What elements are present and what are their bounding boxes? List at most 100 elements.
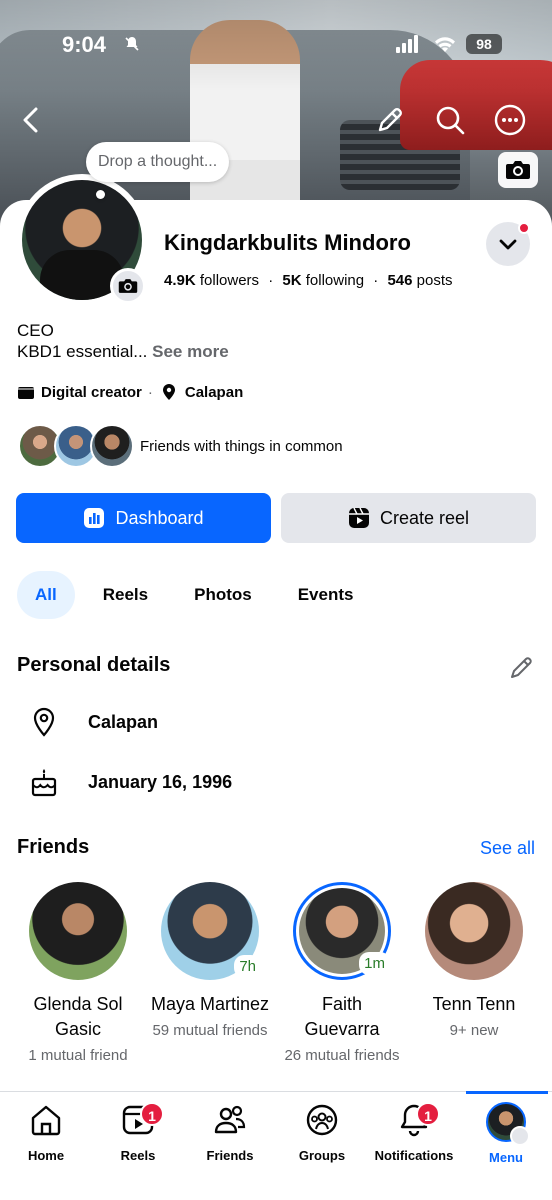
silent-bell-icon bbox=[125, 37, 139, 51]
friend-name: Faith Guevarra bbox=[304, 994, 380, 1039]
followers-count[interactable]: 4.9K bbox=[164, 272, 196, 289]
nav-groups-label: Groups bbox=[298, 1148, 346, 1163]
detail-location: Calapan bbox=[28, 706, 158, 738]
profile-meta: Digital creator · Calapan bbox=[17, 383, 243, 401]
camera-icon bbox=[506, 161, 530, 179]
camera-icon bbox=[118, 279, 138, 293]
signal-icon bbox=[396, 35, 418, 53]
posts-count: 546 bbox=[387, 272, 413, 289]
profile-tabs: All Reels Photos Events bbox=[17, 571, 381, 619]
friend-new-count: 9+ new bbox=[449, 1022, 499, 1039]
friend-name: Maya Martinez bbox=[150, 994, 270, 1014]
location-pin-icon bbox=[33, 707, 55, 737]
create-reel-label: Create reel bbox=[379, 507, 470, 528]
home-icon bbox=[31, 1105, 61, 1136]
profile-name: Kingdarkbulits Mindoro bbox=[164, 230, 411, 255]
edit-profile-picture-button[interactable] bbox=[110, 268, 146, 304]
status-time: 9:04 bbox=[62, 32, 107, 57]
followers-label[interactable]: followers bbox=[200, 272, 259, 289]
reel-icon bbox=[348, 507, 369, 528]
location-label: Calapan bbox=[184, 383, 244, 401]
friend-avatar bbox=[425, 882, 523, 980]
tab-reels[interactable]: Reels bbox=[85, 571, 166, 619]
friend-name: Glenda Sol Gasic bbox=[33, 994, 123, 1039]
profile-stats: 4.9K followers · 5K following · 546 post… bbox=[164, 272, 453, 289]
wifi-icon bbox=[435, 37, 455, 52]
nav-menu-label: Menu bbox=[489, 1150, 523, 1165]
friend-mutual: 1 mutual friend bbox=[28, 1047, 128, 1064]
common-friend-avatar bbox=[90, 424, 134, 468]
chevron-left-icon bbox=[23, 107, 38, 133]
notification-dot bbox=[518, 222, 530, 234]
following-count[interactable]: 5K bbox=[282, 272, 301, 289]
nav-notifications[interactable]: Notifications 1 bbox=[368, 1102, 460, 1163]
friend-card[interactable]: 1m Faith Guevarra 26 mutual friends bbox=[282, 882, 402, 1066]
friend-card[interactable]: Tenn Tenn 9+ new bbox=[414, 882, 534, 1041]
groups-icon bbox=[306, 1104, 338, 1136]
nav-groups[interactable]: Groups bbox=[276, 1102, 368, 1163]
nav-friends[interactable]: Friends bbox=[184, 1102, 276, 1163]
friend-avatar-story: 1m bbox=[293, 882, 391, 980]
back-button[interactable] bbox=[12, 100, 52, 140]
posts-label: posts bbox=[416, 272, 453, 289]
detail-birthday: January 16, 1996 bbox=[28, 766, 232, 798]
edit-profile-button[interactable] bbox=[370, 100, 410, 140]
friend-mutual: 26 mutual friends bbox=[284, 1047, 400, 1064]
detail-birthday-text: January 16, 1996 bbox=[88, 771, 233, 792]
battery-indicator: 98 bbox=[466, 34, 502, 54]
following-label[interactable]: following bbox=[306, 272, 364, 289]
menu-lines-icon bbox=[510, 1126, 530, 1146]
edit-details-pencil-icon[interactable] bbox=[508, 653, 536, 681]
profile-switch-button[interactable] bbox=[486, 222, 530, 266]
category-label: Digital creator bbox=[41, 383, 142, 401]
tab-all[interactable]: All bbox=[17, 571, 75, 619]
nav-reels-label: Reels bbox=[120, 1148, 156, 1163]
nav-notifications-label: Notifications bbox=[374, 1148, 454, 1163]
friends-icon bbox=[214, 1105, 246, 1134]
notifications-badge: 1 bbox=[416, 1102, 440, 1126]
friend-card[interactable]: Glenda Sol Gasic 1 mutual friend bbox=[18, 882, 138, 1066]
location-pin-icon bbox=[162, 384, 175, 400]
nav-home-label: Home bbox=[27, 1148, 65, 1163]
dashboard-chart-icon bbox=[84, 508, 105, 528]
friends-in-common[interactable]: Friends with things in common bbox=[18, 424, 343, 468]
friend-name: Tenn Tenn bbox=[432, 994, 516, 1014]
reels-badge: 1 bbox=[140, 1102, 164, 1126]
tab-events[interactable]: Events bbox=[280, 571, 372, 619]
dashboard-button[interactable]: Dashboard bbox=[16, 493, 271, 543]
create-reel-button[interactable]: Create reel bbox=[281, 493, 536, 543]
nav-home[interactable]: Home bbox=[0, 1102, 92, 1163]
menu-avatar bbox=[486, 1102, 530, 1146]
bio-line-2: KBD1 essential... bbox=[17, 342, 148, 361]
drop-a-thought-bubble[interactable]: Drop a thought... bbox=[86, 142, 230, 182]
friend-card[interactable]: 7h Maya Martinez 59 mutual friends bbox=[150, 882, 270, 1041]
friend-avatar bbox=[29, 882, 127, 980]
see-all-friends-link[interactable]: See all bbox=[480, 838, 535, 859]
bottom-navigation: Home Reels 1 Friends Groups Notification… bbox=[0, 1091, 552, 1200]
tab-photos[interactable]: Photos bbox=[176, 571, 270, 619]
nav-menu[interactable]: Menu bbox=[460, 1102, 552, 1165]
more-options-button[interactable] bbox=[490, 100, 530, 140]
friend-avatar: 7h bbox=[161, 882, 261, 980]
active-tab-indicator bbox=[466, 1091, 548, 1094]
chevron-down-icon bbox=[499, 239, 517, 250]
search-icon bbox=[436, 106, 465, 135]
active-time-badge: 1m bbox=[359, 952, 390, 975]
edit-cover-photo-button[interactable] bbox=[498, 152, 538, 188]
thought-bubble-tail bbox=[96, 190, 105, 199]
clapper-icon bbox=[18, 387, 34, 399]
more-horizontal-icon bbox=[494, 104, 526, 136]
nav-friends-label: Friends bbox=[206, 1148, 254, 1163]
see-more-link[interactable]: See more bbox=[152, 342, 229, 361]
friends-title: Friends bbox=[17, 836, 90, 858]
dashboard-label: Dashboard bbox=[115, 507, 204, 528]
bio-line-1: CEO bbox=[17, 321, 54, 340]
pencil-icon bbox=[378, 108, 402, 132]
status-bar: 9:04 98 bbox=[0, 30, 552, 60]
profile-bio: CEO KBD1 essential... See more bbox=[17, 320, 229, 362]
search-button[interactable] bbox=[430, 100, 470, 140]
friend-mutual: 59 mutual friends bbox=[152, 1022, 268, 1039]
nav-reels[interactable]: Reels 1 bbox=[92, 1102, 184, 1163]
personal-details-title: Personal details bbox=[17, 654, 171, 676]
active-time-badge: 7h bbox=[234, 955, 261, 978]
